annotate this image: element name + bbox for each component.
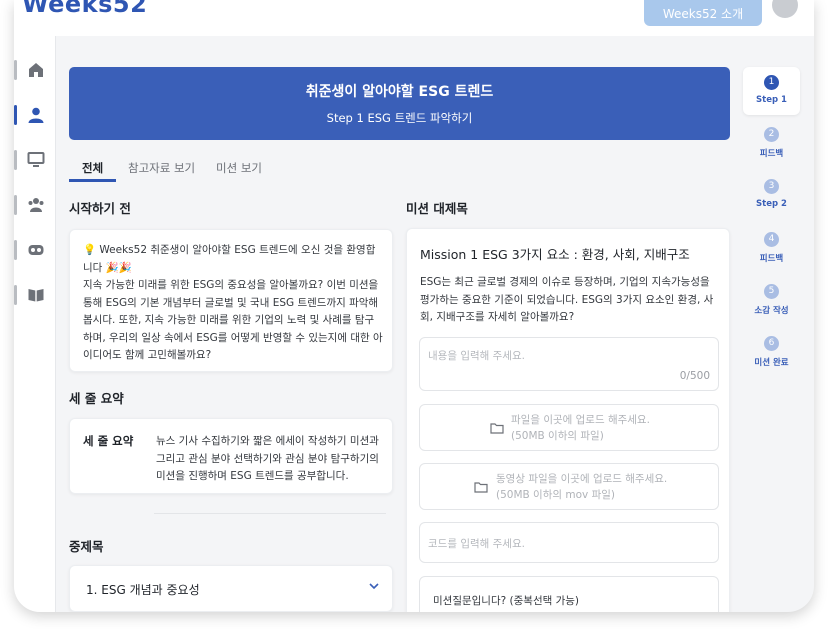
- file-upload-zone[interactable]: 파일을 이곳에 업로드 해주세요. (50MB 이하의 파일): [419, 404, 719, 451]
- step-number: 5: [764, 284, 779, 299]
- sidebar-item-lecture[interactable]: [14, 142, 56, 178]
- top-bar: Weeks52 Weeks52 소개: [14, 0, 814, 36]
- step-label: 피드백: [759, 149, 784, 159]
- step-item[interactable]: 3 Step 2: [743, 171, 800, 219]
- mission-description: ESG는 최근 글로벌 경제의 이슈로 등장하며, 기업의 지속가능성을 평가하…: [420, 276, 714, 323]
- sidebar-item-home[interactable]: [14, 52, 56, 88]
- about-button[interactable]: Weeks52 소개: [644, 0, 762, 26]
- sidebar-indicator: [14, 195, 17, 215]
- step-label: 피드백: [759, 254, 784, 264]
- intro-heading: 시작하기 전: [69, 201, 131, 216]
- answer-textarea[interactable]: 내용을 입력해 주세요. 0/500: [419, 337, 719, 391]
- sidebar: [14, 36, 56, 612]
- sidebar-indicator: [14, 150, 17, 170]
- step-number: 4: [764, 232, 779, 247]
- summary-heading: 세 줄 요약: [69, 391, 124, 406]
- hero-banner: 취준생이 알아야할 ESG 트렌드 Step 1 ESG 트렌드 파악하기: [69, 67, 730, 140]
- step-number: 3: [764, 179, 779, 194]
- char-count: 0/500: [679, 370, 710, 382]
- sidebar-item-library[interactable]: [14, 277, 56, 313]
- step-label: 소감 작성: [754, 306, 789, 316]
- step-label: Step 1: [756, 95, 787, 105]
- mission-heading: 미션 대제목: [406, 201, 468, 216]
- step-number: 2: [764, 127, 779, 142]
- intro-text: 💡 Weeks52 취준생이 알아야할 ESG 트렌드에 오신 것을 환영합니다…: [83, 244, 383, 361]
- sidebar-item-profile[interactable]: [14, 97, 56, 133]
- summary-card: 세 줄 요약 뉴스 기사 수집하기와 짧은 에세이 작성하기 미션과 그리고 관…: [69, 418, 393, 494]
- book-icon: [28, 289, 44, 302]
- tab-missions[interactable]: 미션 보기: [216, 160, 262, 176]
- step-item[interactable]: 4 피드백: [743, 224, 800, 272]
- answer-placeholder: 내용을 입력해 주세요.: [428, 350, 525, 362]
- summary-label: 세 줄 요약: [83, 434, 134, 448]
- home-icon: [29, 63, 43, 77]
- folder-icon: [474, 482, 488, 493]
- file-upload-text: 파일을 이곳에 업로드 해주세요. (50MB 이하의 파일): [511, 414, 650, 442]
- step-label: Step 2: [756, 199, 787, 209]
- tab-all[interactable]: 전체: [82, 160, 103, 176]
- intro-card: 💡 Weeks52 취준생이 알아야할 ESG 트렌드에 오신 것을 환영합니다…: [69, 229, 393, 372]
- accordion-label: 1. ESG 개념과 중요성: [86, 583, 200, 597]
- step-label: 미션 완료: [754, 358, 789, 368]
- monitor-icon: [27, 152, 45, 167]
- code-placeholder: 코드를 입력해 주세요.: [428, 538, 525, 550]
- mission-card: Mission 1 ESG 3가지 요소 : 환경, 사회, 지배구조 ESG는…: [406, 228, 730, 612]
- step-number: 6: [764, 336, 779, 351]
- vr-icon: [28, 245, 44, 255]
- sidebar-item-team[interactable]: [14, 187, 56, 223]
- logo[interactable]: Weeks52: [22, 0, 147, 18]
- tab-active-indicator: [69, 179, 116, 182]
- question-block: 미션질문입니다? (중복선택 가능): [419, 576, 719, 612]
- sidebar-indicator: [14, 240, 17, 260]
- code-input[interactable]: 코드를 입력해 주세요.: [419, 522, 719, 563]
- chevron-down-icon[interactable]: [368, 580, 380, 592]
- page-subtitle: Step 1 ESG 트렌드 파악하기: [326, 111, 473, 125]
- step-item[interactable]: 5 소감 작성: [743, 276, 800, 324]
- subtitle-heading: 중제목: [69, 539, 104, 554]
- app-window: Weeks52 Weeks52 소개 취준생이 알아야할 ESG 트렌드 Ste…: [14, 0, 814, 612]
- sidebar-indicator: [14, 105, 17, 125]
- sidebar-indicator: [14, 60, 17, 80]
- team-icon: [28, 198, 44, 212]
- step-item[interactable]: 2 피드백: [743, 119, 800, 167]
- step-progress: 1 Step 1 2 피드백 3 Step 2 4 피드백 5 소감 작성 6 …: [742, 66, 802, 406]
- sidebar-item-vr[interactable]: [14, 232, 56, 268]
- tab-references[interactable]: 참고자료 보기: [128, 160, 195, 176]
- step-item[interactable]: 6 미션 완료: [743, 328, 800, 376]
- page-title: 취준생이 알아야할 ESG 트렌드: [305, 84, 494, 100]
- summary-text: 뉴스 기사 수집하기와 짧은 에세이 작성하기 미션과 그리고 관심 분야 선택…: [156, 435, 379, 482]
- video-upload-zone[interactable]: 동영상 파일을 이곳에 업로드 해주세요. (50MB 이하의 mov 파일): [419, 463, 719, 510]
- video-upload-text: 동영상 파일을 이곳에 업로드 해주세요. (50MB 이하의 mov 파일): [496, 473, 668, 501]
- step-number: 1: [764, 75, 779, 90]
- user-icon: [28, 107, 44, 123]
- divider: [154, 513, 386, 514]
- folder-icon: [490, 423, 504, 434]
- mission-title: Mission 1 ESG 3가지 요소 : 환경, 사회, 지배구조: [420, 247, 690, 262]
- sidebar-indicator: [14, 285, 17, 305]
- accordion-item[interactable]: 1. ESG 개념과 중요성: [69, 565, 393, 612]
- step-item[interactable]: 1 Step 1: [743, 67, 800, 115]
- avatar[interactable]: [772, 0, 798, 18]
- question-text: 미션질문입니다? (중복선택 가능): [433, 595, 580, 607]
